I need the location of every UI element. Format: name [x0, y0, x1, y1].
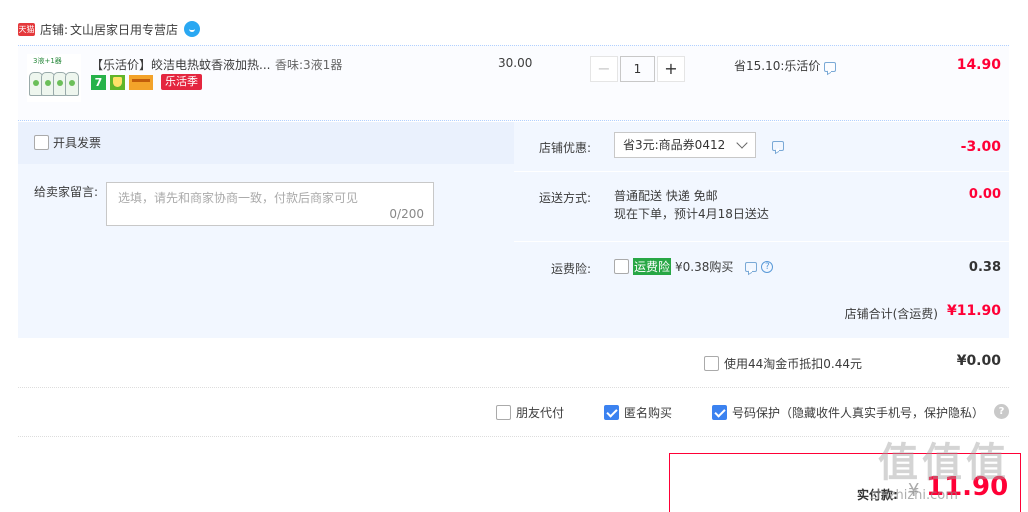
friend-pay-label: 朋友代付 [516, 406, 565, 420]
number-protection-label: 号码保护（隐藏收件人真实手机号，保护隐私） [732, 406, 985, 420]
watermark-url: zhizhizhi.com [870, 488, 958, 503]
shop-subtotal-bar: 店铺合计(含运费) ¥11.90 [18, 288, 1009, 338]
invoice-option[interactable]: 开具发票 [34, 134, 101, 151]
tmall-badge: 天猫 [18, 22, 35, 36]
seller-message-input[interactable]: 选填，请先和商家协商一致，付款后商家可见 0/200 [106, 182, 434, 226]
item-total-price: 14.90 [956, 57, 1001, 73]
order-right-pane: 店铺优惠: 省3元:商品券0412 -3.00 运送方式: 普通配送 快递 免邮… [514, 122, 1009, 288]
service-badges: 7 乐活季 [91, 74, 202, 90]
invoice-label: 开具发票 [53, 136, 102, 150]
quantity-decrease-button[interactable]: − [590, 56, 618, 82]
number-protection-option[interactable]: 号码保护（隐藏收件人真实手机号，保护隐私） [712, 404, 984, 421]
shipping-insurance-row: 运费险: 运费险 ¥0.38购买 ? 0.38 [514, 242, 1009, 288]
shop-discount-label: 店铺优惠: [538, 141, 591, 155]
order-left-pane: 开具发票 给卖家留言: 选填，请先和商家协商一致，付款后商家可见 0/200 [18, 122, 514, 288]
number-protection-checkbox[interactable] [712, 405, 727, 420]
seller-message-label: 给卖家留言: [34, 185, 99, 199]
anonymous-purchase-label: 匿名购买 [624, 406, 673, 420]
shop-header: 天猫 店铺: 文山居家日用专营店 [18, 18, 201, 40]
coupon-select[interactable]: 省3元:商品券0412 [614, 132, 756, 158]
shop-name-link[interactable]: 文山居家日用专营店 [70, 21, 178, 38]
shipping-label: 运送方式: [538, 191, 591, 205]
promo-badge: 乐活季 [161, 74, 202, 90]
shipping-row: 运送方式: 普通配送 快递 免邮 现在下单，预计4月18日送达 0.00 [514, 172, 1009, 242]
invoice-checkbox[interactable] [34, 135, 49, 150]
chevron-down-icon [736, 137, 748, 149]
quantity-increase-button[interactable]: + [657, 56, 685, 82]
item-saving-text: 省15.10:乐活价 [734, 59, 821, 73]
wangwang-chat-icon[interactable] [184, 21, 201, 37]
watermark-logo: 值值值 [878, 440, 1010, 486]
taobao-coins-row: 使用44淘金币抵扣0.44元 ¥0.00 [18, 339, 1009, 388]
coins-label: 使用44淘金币抵扣0.44元 [724, 357, 862, 371]
shipping-eta: 现在下单，预计4月18日送达 [614, 207, 769, 221]
coins-value: ¥0.00 [956, 353, 1001, 369]
product-thumbnail[interactable]: 3液+1器 [27, 54, 81, 102]
shop-discount-row: 店铺优惠: 省3元:商品券0412 -3.00 [514, 122, 1009, 172]
order-details: 开具发票 给卖家留言: 选填，请先和商家协商一致，付款后商家可见 0/200 店… [18, 122, 1009, 338]
shop-discount-value: -3.00 [960, 139, 1001, 155]
coupon-selected-value: 省3元:商品券0412 [623, 138, 726, 152]
checkout-options-row: 朋友代付 匿名购买 号码保护（隐藏收件人真实手机号，保护隐私） ? [18, 388, 1009, 437]
help-icon[interactable]: ? [761, 260, 774, 273]
anonymous-purchase-checkbox[interactable] [604, 405, 619, 420]
shipping-insurance-price: ¥0.38购买 [675, 260, 734, 274]
seven-day-return-icon[interactable]: 7 [91, 74, 106, 90]
friend-pay-option[interactable]: 朋友代付 [496, 404, 564, 421]
shipping-insurance-tag: 运费险 [633, 258, 672, 275]
shop-subtotal-value: ¥11.90 [946, 303, 1001, 319]
message-icon[interactable] [772, 141, 784, 151]
shop-label: 店铺: [40, 22, 69, 37]
order-item-row: 3液+1器 【乐活价】皎洁电热蚊香液加热... 香味:3液1器 7 乐活季 30… [18, 45, 1009, 121]
shipping-insurance-checkbox[interactable] [614, 259, 629, 274]
quantity-input[interactable]: 1 [620, 56, 655, 82]
item-saving: 省15.10:乐活价 [734, 57, 837, 74]
credit-card-icon[interactable] [129, 74, 153, 90]
shipping-insurance-value: 0.38 [968, 260, 1001, 275]
coins-checkbox[interactable] [704, 356, 719, 371]
thumbnail-caption: 3液+1器 [33, 57, 62, 65]
coins-option[interactable]: 使用44淘金币抵扣0.44元 [704, 355, 862, 372]
seller-message-placeholder: 选填，请先和商家协商一致，付款后商家可见 [118, 191, 359, 205]
friend-pay-checkbox[interactable] [496, 405, 511, 420]
question-icon[interactable]: ? [994, 404, 1009, 419]
invoice-row: 开具发票 [18, 122, 514, 164]
shipping-insurance-label: 运费险: [550, 262, 591, 276]
product-title-link[interactable]: 【乐活价】皎洁电热蚊香液加热... [91, 56, 270, 73]
quantity-stepper: − 1 + [590, 56, 685, 82]
product-spec: 香味:3液1器 [275, 58, 343, 72]
character-counter: 0/200 [389, 207, 424, 221]
bottle-image [65, 72, 79, 96]
shop-subtotal-label: 店铺合计(含运费) [844, 307, 938, 321]
anonymous-purchase-option[interactable]: 匿名购买 [604, 404, 672, 421]
unit-price: 30.00 [498, 56, 533, 70]
shipping-insurance-option: 运费险 ¥0.38购买 ? [614, 258, 774, 275]
message-icon[interactable] [745, 261, 758, 272]
shipping-method: 普通配送 快递 免邮 [614, 189, 718, 203]
guarantee-shield-icon[interactable] [110, 74, 125, 90]
shipping-value: 0.00 [968, 187, 1001, 202]
message-icon[interactable] [824, 61, 837, 72]
